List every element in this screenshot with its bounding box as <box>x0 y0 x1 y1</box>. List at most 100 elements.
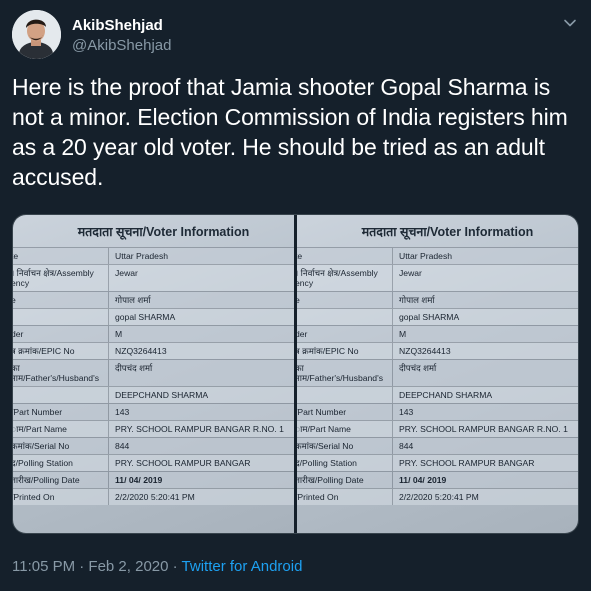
voter-card-value: दीपचंद शर्मा <box>399 363 437 373</box>
author-names: AkibShehjad @AkibShehjad <box>72 16 171 55</box>
voter-card-value: Jewar <box>115 268 138 278</box>
voter-card-photo-2[interactable]: मतदाता सूचना/Voter Information te Uttar P… <box>297 215 578 533</box>
voter-card-row: त्र क्रमांक/EPIC No NZQ3264413 <box>297 342 578 359</box>
voter-card-value: Uttar Pradesh <box>115 251 169 261</box>
voter-card-value: PRY. SCHOOL RAMPUR BANGAR R.NO. 1 <box>399 424 568 434</box>
voter-card-row: तारीख/Polling Date 11/ 04/ 2019 <box>297 471 578 488</box>
voter-card-row: ाम/Part Name PRY. SCHOOL RAMPUR BANGAR R.… <box>297 420 578 437</box>
voter-card-title: मतदाता सूचना/Voter Information <box>361 225 534 239</box>
voter-card-value: Jewar <box>399 268 422 278</box>
chevron-down-icon[interactable] <box>561 14 579 32</box>
voter-card-label: । निर्वाचन क्षेत्र/Assembly ency <box>13 265 109 291</box>
voter-card-row: te Uttar Pradesh <box>13 247 294 264</box>
voter-card-value: Uttar Pradesh <box>399 251 453 261</box>
avatar[interactable] <box>12 10 61 59</box>
voter-card-row: der M <box>297 325 578 342</box>
voter-card-row: का नाम/Father's/Husband's दीपचंद शर्मा <box>297 359 578 386</box>
voter-card-row: DEEPCHAND SHARMA <box>13 386 294 403</box>
voter-card-row: der M <box>13 325 294 342</box>
voter-card-photo-1[interactable]: मतदाता सूचना/Voter Information te Uttar P… <box>13 215 294 533</box>
voter-card-value: 2/2/2020 5:20:41 PM <box>115 492 195 502</box>
voter-card-label: ाम/Part Name <box>13 421 109 437</box>
voter-card-row: e गोपाल शर्मा <box>297 291 578 308</box>
voter-card-label: ाम/Part Name <box>297 421 393 437</box>
voter-card-label <box>13 309 109 325</box>
voter-card-label: तारीख/Polling Date <box>13 472 109 488</box>
user-handle[interactable]: @AkibShehjad <box>72 36 171 55</box>
source-link[interactable]: Twitter for Android <box>182 558 303 575</box>
voter-card-row: DEEPCHAND SHARMA <box>297 386 578 403</box>
voter-card-value: DEEPCHAND SHARMA <box>115 390 209 400</box>
avatar-image <box>12 10 61 59</box>
voter-card-value: NZQ3264413 <box>399 346 451 356</box>
voter-card-label: der <box>13 326 109 342</box>
voter-card-label <box>297 387 393 403</box>
voter-card-row: /Part Number 143 <box>297 403 578 420</box>
voter-card-row: का नाम/Father's/Husband's दीपचंद शर्मा <box>13 359 294 386</box>
voter-card-value: 11/ 04/ 2019 <box>115 475 163 485</box>
voter-card-label: /Part Number <box>13 404 109 420</box>
voter-card-label <box>13 387 109 403</box>
voter-card-label: कमांक/Serial No <box>13 438 109 454</box>
voter-card-row: gopal SHARMA <box>13 308 294 325</box>
voter-card-value: gopal SHARMA <box>115 312 176 322</box>
voter-card-value: 11/ 04/ 2019 <box>399 475 447 485</box>
voter-card-row: तारीख/Polling Date 11/ 04/ 2019 <box>13 471 294 488</box>
tweet-text: Here is the proof that Jamia shooter Gop… <box>12 74 568 190</box>
voter-card-row: /Printed On 2/2/2020 5:20:41 PM <box>297 488 578 505</box>
timestamp[interactable]: 11:05 PM · Feb 2, 2020 · <box>12 558 182 575</box>
voter-card-label: । निर्वाचन क्षेत्र/Assembly ency <box>297 265 393 291</box>
voter-card-row: द्र/Polling Station PRY. SCHOOL RAMPUR BA… <box>297 454 578 471</box>
voter-card-label: द्र/Polling Station <box>297 455 393 471</box>
voter-card-label: e <box>13 292 109 308</box>
voter-card-value: गोपाल शर्मा <box>115 295 151 305</box>
voter-card-label: का नाम/Father's/Husband's <box>13 360 109 386</box>
voter-card-value: M <box>399 329 407 339</box>
voter-card-value: गोपाल शर्मा <box>399 295 435 305</box>
voter-card-label: /Part Number <box>297 404 393 420</box>
voter-card-value: 143 <box>399 407 414 417</box>
voter-card-row: कमांक/Serial No 844 <box>13 437 294 454</box>
voter-card-value: DEEPCHAND SHARMA <box>399 390 493 400</box>
voter-card-label: e <box>297 292 393 308</box>
voter-card-row: te Uttar Pradesh <box>297 247 578 264</box>
voter-card-row: /Part Number 143 <box>13 403 294 420</box>
voter-card-row: द्र/Polling Station PRY. SCHOOL RAMPUR BA… <box>13 454 294 471</box>
tweet-media[interactable]: मतदाता सूचना/Voter Information te Uttar P… <box>12 214 579 534</box>
voter-card-value: PRY. SCHOOL RAMPUR BANGAR <box>399 458 535 468</box>
voter-card-value: PRY. SCHOOL RAMPUR BANGAR R.NO. 1 <box>115 424 284 434</box>
voter-card-label: तारीख/Polling Date <box>297 472 393 488</box>
voter-card-label: त्र क्रमांक/EPIC No <box>297 343 393 359</box>
voter-card-label: der <box>297 326 393 342</box>
voter-card-row: । निर्वाचन क्षेत्र/Assembly ency Jewar <box>297 264 578 291</box>
voter-card-label: /Printed On <box>13 489 109 505</box>
voter-card-label: te <box>297 248 393 264</box>
voter-card-value: NZQ3264413 <box>115 346 167 356</box>
voter-card-label: /Printed On <box>297 489 393 505</box>
voter-card-value: M <box>115 329 123 339</box>
voter-card-value: दीपचंद शर्मा <box>115 363 153 373</box>
voter-card-value: PRY. SCHOOL RAMPUR BANGAR <box>115 458 251 468</box>
voter-card-row: /Printed On 2/2/2020 5:20:41 PM <box>13 488 294 505</box>
voter-card-table: te Uttar Pradesh । निर्वाचन क्षेत्र/Assemb… <box>297 247 578 505</box>
voter-card-row: कमांक/Serial No 844 <box>297 437 578 454</box>
voter-card-row: gopal SHARMA <box>297 308 578 325</box>
voter-card-label: त्र क्रमांक/EPIC No <box>13 343 109 359</box>
voter-card-label: कमांक/Serial No <box>297 438 393 454</box>
voter-card-value: 844 <box>115 441 130 451</box>
voter-card-row: e गोपाल शर्मा <box>13 291 294 308</box>
voter-card-table: te Uttar Pradesh । निर्वाचन क्षेत्र/Assemb… <box>13 247 294 505</box>
voter-card-value: 2/2/2020 5:20:41 PM <box>399 492 479 502</box>
voter-card-title: मतदाता सूचना/Voter Information <box>77 225 250 239</box>
voter-card-value: 143 <box>115 407 130 417</box>
tweet-header: AkibShehjad @AkibShehjad <box>12 10 579 60</box>
voter-card-row: ाम/Part Name PRY. SCHOOL RAMPUR BANGAR R.… <box>13 420 294 437</box>
voter-card-label <box>297 309 393 325</box>
tweet-footer: 11:05 PM · Feb 2, 2020 · Twitter for And… <box>12 557 302 576</box>
voter-card-label: का नाम/Father's/Husband's <box>297 360 393 386</box>
voter-card-value: 844 <box>399 441 414 451</box>
display-name[interactable]: AkibShehjad <box>72 16 171 35</box>
voter-card-label: द्र/Polling Station <box>13 455 109 471</box>
voter-card-value: gopal SHARMA <box>399 312 460 322</box>
voter-card-row: त्र क्रमांक/EPIC No NZQ3264413 <box>13 342 294 359</box>
